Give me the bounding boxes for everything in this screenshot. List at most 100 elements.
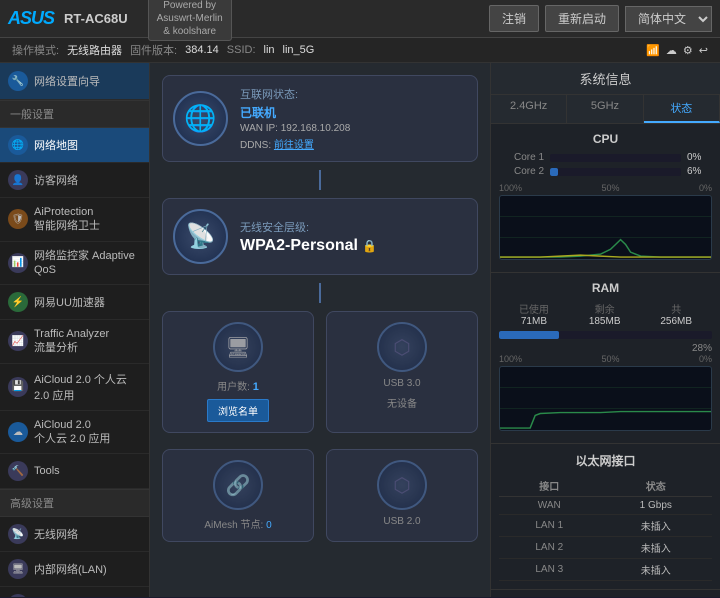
eth-col-port: 接口	[499, 475, 600, 497]
aiprotection-label: AiProtection智能网络卫士	[34, 205, 100, 234]
ram-free-stat: 剩余 185MB	[589, 301, 621, 327]
general-section-header: 一般设置	[0, 100, 149, 128]
sidebar-item-traffic-analyzer[interactable]: 📈 Traffic Analyzer流量分析	[0, 320, 149, 364]
aicloud-icon: ☁	[8, 422, 28, 442]
cpu-chart-label-100: 100%	[499, 183, 522, 193]
qos-icon: 📊	[8, 253, 28, 273]
lock-icon: 🔒	[362, 239, 377, 253]
cpu-core2-row: Core 2 6%	[499, 166, 712, 177]
ddns-detail: DDNS: 前往设置	[240, 136, 467, 151]
tab-2g[interactable]: 2.4GHz	[491, 95, 567, 123]
eth-table-body: WAN1 GbpsLAN 1未插入LAN 2未插入LAN 3未插入	[499, 497, 712, 581]
sidebar-item-tools[interactable]: 🔨 Tools	[0, 454, 149, 489]
ram-used-val: 71MB	[519, 316, 549, 327]
usb2-icon: ⬡	[377, 460, 427, 510]
eth-table-row: LAN 1未插入	[499, 515, 712, 537]
qos-label: 网络监控家 Adaptive QoS	[34, 249, 141, 278]
eth-title: 以太网接口	[499, 452, 712, 469]
ram-total-label: 共	[660, 301, 692, 316]
ram-bar-bg	[499, 331, 712, 339]
cpu-core2-val: 6%	[687, 166, 712, 177]
sidebar-item-adaptive-qos[interactable]: 📊 网络监控家 Adaptive QoS	[0, 242, 149, 286]
cpu-chart-label-0: 0%	[699, 183, 712, 193]
eth-status: 未插入	[600, 515, 712, 537]
cpu-core1-label: Core 1	[499, 152, 544, 163]
wan-ip-label: WAN IP:	[240, 123, 278, 134]
usb2-node: ⬡ USB 2.0	[326, 449, 478, 542]
ram-chart-0: 0%	[699, 354, 712, 364]
sidebar-item-guest-network[interactable]: 👤 访客网络	[0, 163, 149, 198]
bottom-nodes: 🖥 用户数: 1 浏览名单 ⬡ USB 3.0 无设备	[162, 311, 478, 433]
router-icon: 📡	[173, 209, 228, 264]
browse-clients-button[interactable]: 浏览名单	[207, 399, 269, 422]
sidebar-item-network-map[interactable]: 🌐 网络地图	[0, 128, 149, 163]
sidebar-item-aiprotection[interactable]: 🛡 AiProtection智能网络卫士	[0, 198, 149, 242]
content-area: 🌐 互联网状态: 已联机 WAN IP: 192.168.10.208 DDNS…	[150, 63, 720, 597]
connector-1	[162, 170, 478, 190]
restart-button[interactable]: 重新启动	[545, 5, 619, 32]
aimesh-node: 🔗 AiMesh 节点: 0	[162, 449, 314, 542]
lan-label: 内部网络(LAN)	[34, 561, 107, 577]
sidebar-item-uu-accel[interactable]: ⚡ 网易UU加速器	[0, 285, 149, 320]
ram-stats: 已使用 71MB 剩余 185MB 共 256MB	[499, 301, 712, 327]
ram-section: RAM 已使用 71MB 剩余 185MB 共 256MB	[491, 273, 720, 444]
tab-status[interactable]: 状态	[644, 95, 720, 123]
connector-line-1	[319, 170, 321, 190]
network-map-icon: 🌐	[8, 135, 28, 155]
eth-port: LAN 1	[499, 515, 600, 537]
cpu-cores: Core 1 0% Core 2 6%	[499, 152, 712, 177]
usb3-node: ⬡ USB 3.0 无设备	[326, 311, 478, 433]
wifi-security-label: 无线安全层级:	[240, 219, 467, 235]
clients-node: 🖥 用户数: 1 浏览名单	[162, 311, 314, 433]
language-select[interactable]: 简体中文	[625, 6, 712, 32]
sidebar-item-lan[interactable]: 🖥 内部网络(LAN)	[0, 552, 149, 587]
cpu-chart	[499, 195, 712, 260]
ddns-link[interactable]: 前往设置	[274, 140, 314, 151]
wizard-icon: 🔧	[8, 71, 28, 91]
cpu-chart-svg	[500, 196, 711, 259]
cpu-core2-label: Core 2	[499, 166, 544, 177]
wan-label: 外部网络(WAN)	[34, 596, 111, 597]
asus-logo: ASUS	[8, 8, 54, 29]
sidebar: 🔧 网络设置向导 一般设置 🌐 网络地图 👤 访客网络 🛡 AiProtecti…	[0, 63, 150, 597]
eth-port: WAN	[499, 497, 600, 515]
tools-label: Tools	[34, 465, 60, 477]
ram-free-val: 185MB	[589, 316, 621, 327]
sidebar-item-wireless[interactable]: 📡 无线网络	[0, 517, 149, 552]
sidebar-item-usb-apps[interactable]: 💾 AiCloud 2.0 个人云 2.0 应用	[0, 364, 149, 411]
connector-line-2	[319, 283, 321, 303]
setup-wizard-label: 网络设置向导	[34, 73, 100, 89]
usb3-val: 无设备	[387, 395, 417, 410]
cpu-core1-bar-bg	[550, 154, 681, 162]
aimesh-label: AiMesh 节点: 0	[204, 516, 271, 531]
clients-icon: 🖥	[213, 322, 263, 372]
cancel-button[interactable]: 注销	[489, 5, 539, 32]
ram-chart-svg	[500, 367, 711, 430]
eth-table: 接口 状态 WAN1 GbpsLAN 1未插入LAN 2未插入LAN 3未插入	[499, 475, 712, 581]
eth-section: 以太网接口 接口 状态 WAN1 GbpsLAN 1未插入LAN 2未插入LAN…	[491, 444, 720, 590]
aimesh-icon: 🔗	[213, 460, 263, 510]
cpu-chart-label-50: 50%	[602, 183, 620, 193]
ram-total-stat: 共 256MB	[660, 301, 692, 327]
traffic-label: Traffic Analyzer流量分析	[34, 327, 109, 356]
bottom-nodes-2: 🔗 AiMesh 节点: 0 ⬡ USB 2.0	[162, 449, 478, 542]
ssid-val: lin	[264, 44, 275, 56]
tab-5g[interactable]: 5GHz	[567, 95, 643, 123]
eth-port: LAN 2	[499, 537, 600, 559]
sidebar-item-aicloud[interactable]: ☁ AiCloud 2.0个人云 2.0 应用	[0, 411, 149, 455]
status-bar: 操作模式: 无线路由器 固件版本: 384.14 SSID: lin lin_5…	[0, 38, 720, 63]
clients-label: 用户数: 1	[217, 378, 259, 393]
cpu-title: CPU	[499, 132, 712, 146]
network-map-label: 网络地图	[34, 137, 78, 153]
wpa-status: WPA2-Personal 🔒	[240, 237, 467, 255]
sidebar-item-wan[interactable]: 🌍 外部网络(WAN)	[0, 587, 149, 597]
ram-used-stat: 已使用 71MB	[519, 301, 549, 327]
eth-col-status: 状态	[600, 475, 712, 497]
uu-label: 网易UU加速器	[34, 294, 105, 310]
setup-wizard-item[interactable]: 🔧 网络设置向导	[0, 63, 149, 100]
ram-free-label: 剩余	[589, 301, 621, 316]
internet-status-val: 已联机	[240, 104, 467, 121]
connector-2	[162, 283, 478, 303]
settings-icon: ⚙	[683, 44, 693, 57]
wan-ip-val: 192.168.10.208	[281, 123, 351, 134]
